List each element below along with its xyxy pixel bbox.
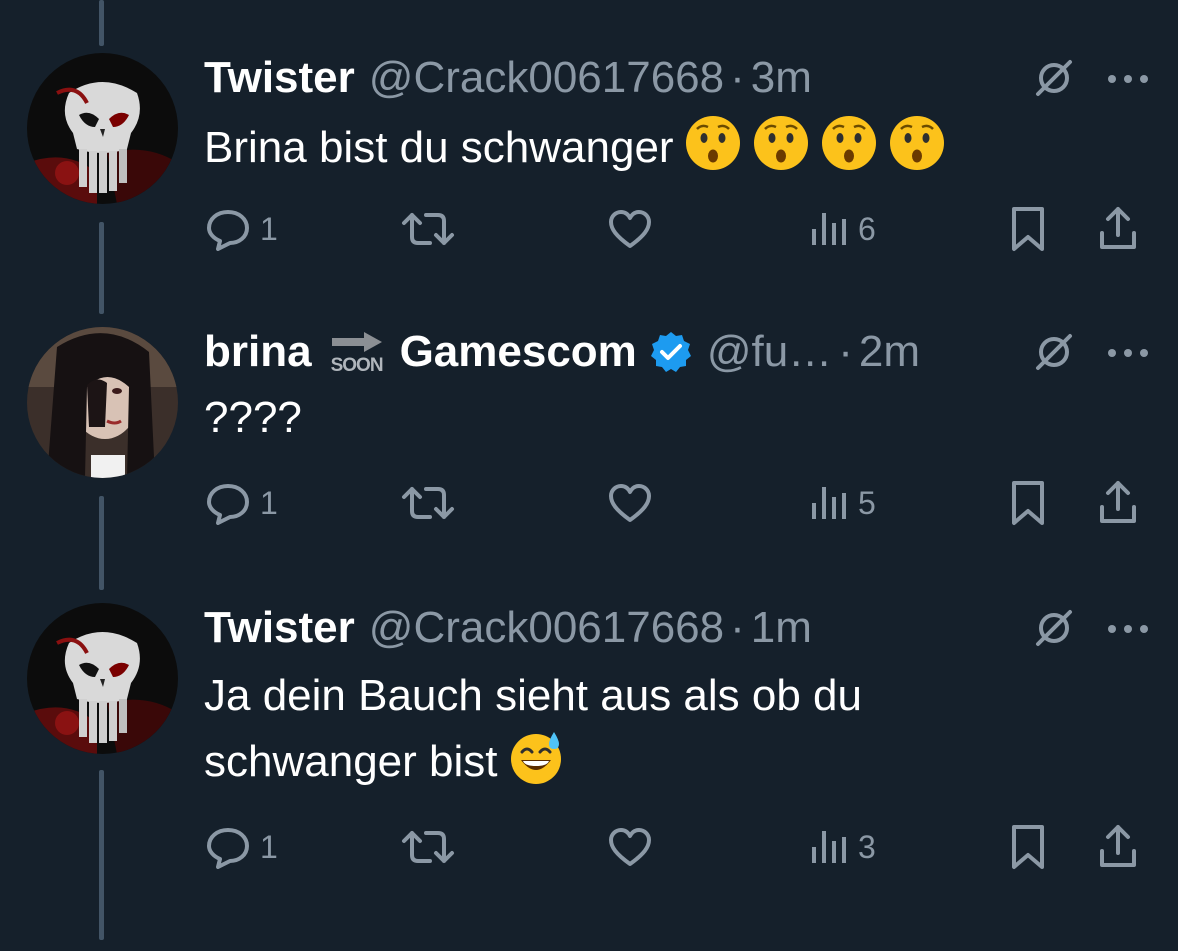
avatar[interactable] — [27, 327, 178, 478]
soon-text: SOON — [330, 354, 384, 376]
views-icon — [812, 831, 846, 863]
bookmark-button[interactable] — [1008, 202, 1048, 256]
more-icon[interactable] — [1106, 72, 1150, 90]
separator-dot: · — [730, 603, 745, 652]
dark-hair-girl-avatar-image — [27, 327, 178, 478]
bookmark-icon — [1012, 207, 1044, 251]
tweet[interactable]: Twister @Crack00617668 · 1m Ja dein Bauc… — [0, 598, 1178, 898]
views-icon — [812, 213, 846, 245]
separator-dot: · — [730, 53, 745, 102]
reply-button[interactable]: 1 — [204, 202, 278, 256]
bookmark-icon — [1012, 825, 1044, 869]
share-icon — [1100, 481, 1136, 523]
tweet-actions: 1 5 — [204, 476, 1154, 530]
views-button[interactable]: 6 — [806, 202, 876, 256]
reply-icon — [207, 484, 249, 525]
like-button[interactable] — [606, 202, 662, 256]
display-name-suffix[interactable]: Gamescom — [400, 327, 637, 377]
hushed-face-emoji — [753, 116, 808, 170]
timestamp[interactable]: 3m — [751, 53, 812, 103]
share-icon — [1100, 207, 1136, 249]
reply-button[interactable]: 1 — [204, 820, 278, 874]
hushed-face-emoji — [685, 116, 740, 170]
heart-icon — [609, 484, 651, 522]
soon-badge: SOON — [328, 325, 386, 379]
display-name[interactable]: Twister — [204, 53, 355, 103]
grinning-sweat-face-emoji — [511, 732, 562, 784]
separator-dot: · — [838, 327, 853, 376]
tweet-text-content: ???? — [204, 393, 302, 442]
views-count: 3 — [858, 828, 876, 865]
thread-line — [99, 0, 104, 46]
punisher-skull-avatar-image — [27, 603, 178, 754]
share-button[interactable] — [1096, 820, 1140, 874]
reply-count: 1 — [260, 210, 278, 247]
heart-icon — [609, 210, 651, 248]
grok-icon[interactable] — [1032, 330, 1076, 379]
handle[interactable]: @fu… — [707, 327, 832, 377]
tweet-text: ???? — [204, 386, 1144, 450]
reply-count: 1 — [260, 828, 278, 865]
retweet-button[interactable] — [400, 476, 464, 530]
bookmark-button[interactable] — [1008, 820, 1048, 874]
tweet-header: Twister @Crack00617668 · 1m — [204, 598, 812, 658]
share-icon — [1100, 825, 1136, 867]
grok-icon[interactable] — [1032, 56, 1076, 105]
like-button[interactable] — [606, 820, 662, 874]
retweet-icon — [402, 213, 454, 245]
reply-icon — [207, 210, 249, 251]
hushed-face-emoji — [889, 116, 944, 170]
tweet-actions: 1 6 — [204, 202, 1154, 256]
avatar[interactable] — [27, 603, 178, 754]
tweet[interactable]: Twister @Crack00617668 · 3m Brina bist d… — [0, 48, 1178, 258]
share-button[interactable] — [1096, 202, 1140, 256]
bookmark-icon — [1012, 481, 1044, 525]
more-icon[interactable] — [1106, 346, 1150, 364]
retweet-button[interactable] — [400, 202, 464, 256]
views-button[interactable]: 5 — [806, 476, 876, 530]
tweet-text: Ja dein Bauch sieht aus als ob du schwan… — [204, 664, 1144, 794]
tweet-text-content: Brina bist du schwanger — [204, 123, 674, 172]
tweet-header: Twister @Crack00617668 · 3m — [204, 48, 812, 108]
arrow-right-icon — [331, 331, 382, 352]
tweet-top-icons — [1032, 606, 1150, 655]
bookmark-button[interactable] — [1008, 476, 1048, 530]
reply-count: 1 — [260, 484, 278, 521]
tweet-header: brina SOON Gamescom @fu… · 2m — [204, 322, 920, 382]
tweet-top-icons — [1032, 330, 1150, 379]
verified-badge-icon — [649, 330, 693, 374]
views-count: 5 — [858, 484, 876, 521]
tweet-actions: 1 3 — [204, 820, 1154, 874]
retweet-icon — [402, 487, 454, 519]
tweet-top-icons — [1032, 56, 1150, 105]
retweet-button[interactable] — [400, 820, 464, 874]
timestamp[interactable]: 1m — [751, 603, 812, 653]
like-button[interactable] — [606, 476, 662, 530]
avatar[interactable] — [27, 53, 178, 204]
handle[interactable]: @Crack00617668 — [369, 53, 724, 103]
handle[interactable]: @Crack00617668 — [369, 603, 724, 653]
hushed-face-emoji — [821, 116, 876, 170]
views-button[interactable]: 3 — [806, 820, 876, 874]
display-name[interactable]: brina — [204, 327, 312, 377]
punisher-skull-avatar-image — [27, 53, 178, 204]
views-icon — [812, 487, 846, 519]
tweet[interactable]: brina SOON Gamescom @fu… · 2m ???? 1 5 — [0, 322, 1178, 532]
retweet-icon — [402, 831, 454, 863]
more-icon[interactable] — [1106, 622, 1150, 640]
views-count: 6 — [858, 210, 876, 247]
share-button[interactable] — [1096, 476, 1140, 530]
heart-icon — [609, 828, 651, 866]
tweet-text: Brina bist du schwanger — [204, 114, 1144, 180]
timestamp[interactable]: 2m — [859, 327, 920, 377]
reply-button[interactable]: 1 — [204, 476, 278, 530]
reply-icon — [207, 828, 249, 869]
display-name[interactable]: Twister — [204, 603, 355, 653]
grok-icon[interactable] — [1032, 606, 1076, 655]
